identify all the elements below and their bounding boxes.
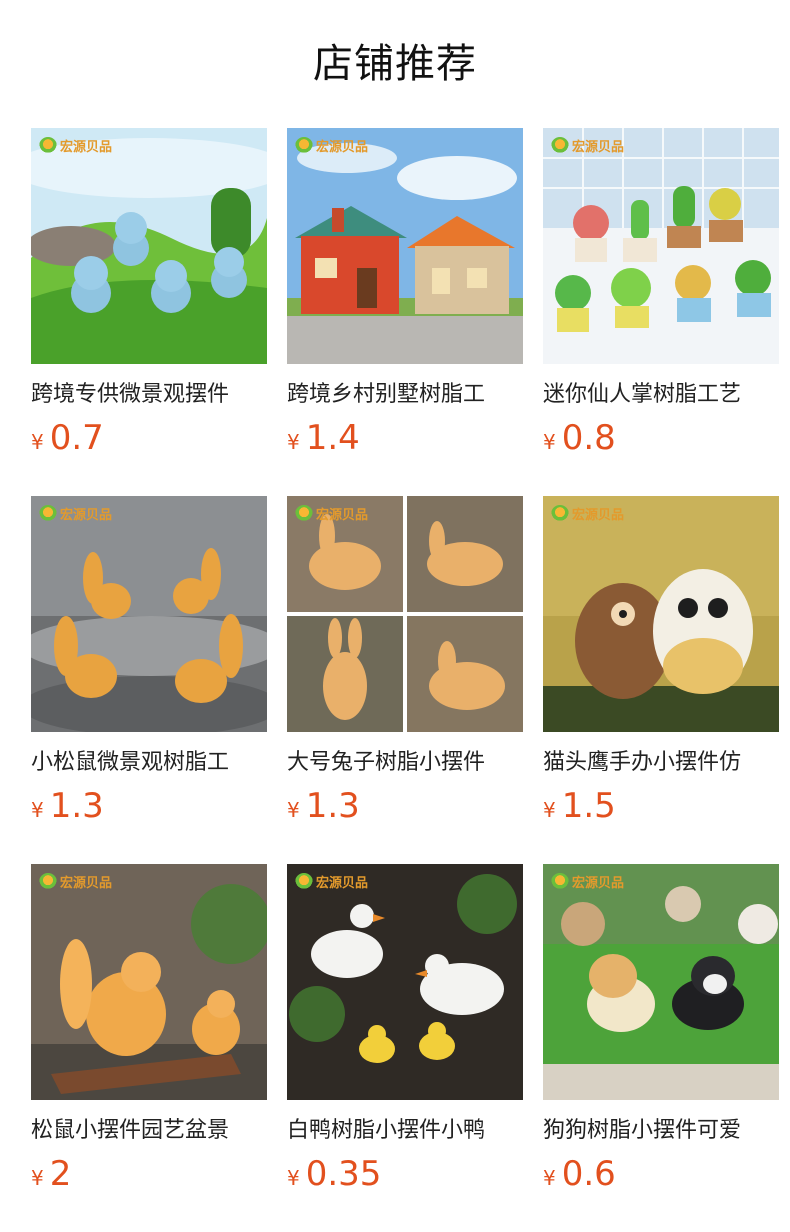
brand-logo: 宏源贝品 [551,872,624,891]
product-price: ¥1.4 [287,416,360,460]
brand-logo: 宏源贝品 [295,872,368,891]
currency-symbol: ¥ [287,1166,300,1190]
product-price: ¥1.3 [287,784,360,828]
brand-logo-text: 宏源贝品 [60,508,113,523]
brand-logo-text: 宏源贝品 [316,140,369,155]
brand-logo-text: 宏源贝品 [60,140,113,155]
brand-logo: 宏源贝品 [295,504,368,523]
product-row: 宏源贝品 跨境专供微景观摆件 ¥0.7 宏源贝品 跨境乡村别墅树脂工 ¥ 1.4… [31,128,790,468]
product-image[interactable]: 宏源贝品 [287,496,523,732]
product-image[interactable]: 宏源贝品 [543,496,779,732]
brand-logo-icon [551,136,569,155]
brand-logo-text: 宏源贝品 [572,140,625,155]
price-amount: 0.35 [305,1154,382,1194]
product-image[interactable]: 宏源贝品 [287,864,523,1100]
product-title[interactable]: 大号兔子树脂小摆件 [287,746,523,780]
brand-logo-icon [295,504,313,523]
brand-logo-text: 宏源贝品 [316,508,369,523]
currency-symbol: ¥ [287,430,300,454]
product-title[interactable]: 白鸭树脂小摆件小鸭 [287,1114,523,1148]
product-card[interactable]: 宏源贝品 大号兔子树脂小摆件 ¥1.3 [287,496,523,836]
product-card[interactable]: 宏源贝品 小松鼠微景观树脂工 ¥1.3 [31,496,267,836]
product-title[interactable]: 猫头鹰手办小摆件仿 [543,746,779,780]
price-amount: 0.8 [561,418,616,458]
product-card[interactable]: 宏源贝品 白鸭树脂小摆件小鸭 ¥0.35 [287,864,523,1204]
currency-symbol: ¥ [287,798,300,822]
brand-logo: 宏源贝品 [551,136,624,155]
product-title[interactable]: 迷你仙人掌树脂工艺 [543,378,779,412]
product-title[interactable]: 狗狗树脂小摆件可爱 [543,1114,779,1148]
brand-logo-text: 宏源贝品 [572,508,625,523]
product-title[interactable]: 跨境专供微景观摆件 [31,378,267,412]
brand-logo: 宏源贝品 [39,136,112,155]
product-title[interactable]: 小松鼠微景观树脂工 [31,746,267,780]
product-card[interactable]: 宏源贝品 迷你仙人掌树脂工艺 ¥0.8 [543,128,779,468]
brand-logo: 宏源贝品 [39,504,112,523]
brand-logo-icon [39,136,57,155]
product-price: ¥0.8 [543,416,616,460]
brand-logo-icon [551,872,569,891]
product-price: ¥1.3 [31,784,104,828]
product-image[interactable]: 宏源贝品 [31,128,267,364]
product-image[interactable]: 宏源贝品 [31,864,267,1100]
brand-logo: 宏源贝品 [39,872,112,891]
price-amount: 1.4 [305,418,360,458]
product-title[interactable]: 松鼠小摆件园艺盆景 [31,1114,267,1148]
currency-symbol: ¥ [543,430,556,454]
currency-symbol: ¥ [543,798,556,822]
brand-logo-icon [295,136,313,155]
product-card[interactable]: 宏源贝品 跨境乡村别墅树脂工 ¥1.4 [287,128,523,468]
brand-logo-text: 宏源贝品 [60,876,113,891]
price-amount: 0.7 [49,418,104,458]
currency-symbol: ¥ [31,430,44,454]
product-row: 宏源贝品 松鼠小摆件园艺盆景 ¥2 宏源贝品 白鸭树脂小摆件小鸭 ¥ 0.35 … [31,864,790,1204]
price-amount: 2 [49,1154,72,1194]
product-price: ¥2 [31,1152,71,1196]
currency-symbol: ¥ [543,1166,556,1190]
product-image[interactable]: 宏源贝品 [543,864,779,1100]
product-card[interactable]: 宏源贝品 松鼠小摆件园艺盆景 ¥2 [31,864,267,1204]
product-price: ¥0.7 [31,416,104,460]
product-price: ¥1.5 [543,784,616,828]
product-image[interactable]: 宏源贝品 [543,128,779,364]
brand-logo-icon [551,504,569,523]
product-row: 宏源贝品 小松鼠微景观树脂工 ¥1.3 宏源贝品 大号兔子树脂小摆件 ¥ 1.3… [31,496,790,836]
currency-symbol: ¥ [31,1166,44,1190]
brand-logo-icon [39,872,57,891]
price-amount: 1.3 [305,786,360,826]
product-card[interactable]: 宏源贝品 狗狗树脂小摆件可爱 ¥0.6 [543,864,779,1204]
product-price: ¥0.35 [287,1152,381,1196]
brand-logo-icon [39,504,57,523]
brand-logo-text: 宏源贝品 [316,876,369,891]
product-price: ¥0.6 [543,1152,616,1196]
brand-logo-icon [295,872,313,891]
currency-symbol: ¥ [31,798,44,822]
price-amount: 0.6 [561,1154,616,1194]
brand-logo-text: 宏源贝品 [572,876,625,891]
product-image[interactable]: 宏源贝品 [287,128,523,364]
product-title[interactable]: 跨境乡村别墅树脂工 [287,378,523,412]
brand-logo: 宏源贝品 [551,504,624,523]
page-title: 店铺推荐 [313,41,477,87]
product-card[interactable]: 宏源贝品 猫头鹰手办小摆件仿 ¥1.5 [543,496,779,836]
brand-logo: 宏源贝品 [295,136,368,155]
price-amount: 1.5 [561,786,616,826]
product-card[interactable]: 宏源贝品 跨境专供微景观摆件 ¥0.7 [31,128,267,468]
product-image[interactable]: 宏源贝品 [31,496,267,732]
price-amount: 1.3 [49,786,104,826]
